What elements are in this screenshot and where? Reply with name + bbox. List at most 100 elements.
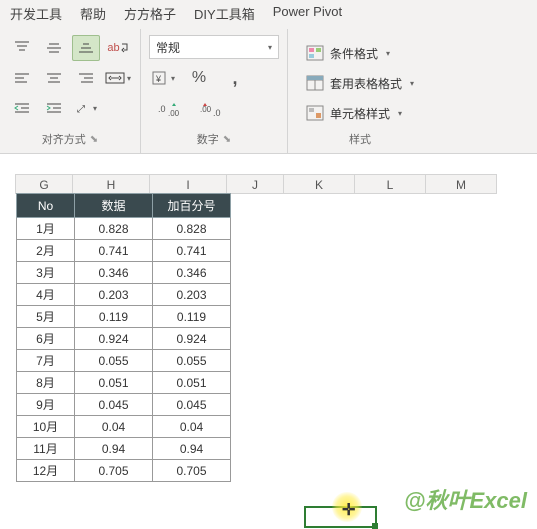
align-right-icon[interactable] [72, 65, 100, 91]
table-row[interactable]: 8月0.0510.051 [17, 372, 231, 394]
cell[interactable]: 0.119 [75, 306, 153, 328]
align-middle-icon[interactable] [40, 35, 68, 61]
indent-decrease-icon[interactable] [8, 95, 36, 121]
number-format-select[interactable]: 常规▾ [149, 35, 279, 59]
table-format-button[interactable]: 套用表格格式▾ [306, 71, 414, 95]
cell[interactable]: 0.119 [153, 306, 231, 328]
cell[interactable]: 0.94 [75, 438, 153, 460]
tab-dev[interactable]: 开发工具 [10, 4, 62, 23]
table-row[interactable]: 7月0.0550.055 [17, 350, 231, 372]
accounting-format-button[interactable]: ¥▾ [149, 65, 177, 91]
svg-text:.0: .0 [213, 108, 221, 117]
cell[interactable]: 1月 [17, 218, 75, 240]
cell-style-button[interactable]: 单元格样式▾ [306, 101, 414, 125]
th-data[interactable]: 数据 [75, 194, 153, 218]
cell[interactable]: 9月 [17, 394, 75, 416]
svg-text:.00: .00 [200, 105, 212, 114]
cell[interactable]: 0.94 [153, 438, 231, 460]
align-top-icon[interactable] [8, 35, 36, 61]
cell[interactable]: 0.203 [153, 284, 231, 306]
cell[interactable]: 0.055 [75, 350, 153, 372]
cell[interactable]: 0.346 [75, 262, 153, 284]
cell[interactable]: 0.203 [75, 284, 153, 306]
align-bottom-icon[interactable] [72, 35, 100, 61]
cell[interactable]: 0.04 [153, 416, 231, 438]
table-row[interactable]: 9月0.0450.045 [17, 394, 231, 416]
col-header-K[interactable]: K [283, 174, 355, 194]
selected-cell[interactable] [304, 506, 377, 528]
orientation-icon[interactable]: ⤢▾ [72, 95, 100, 121]
group-styles-label: 样式 [296, 127, 424, 151]
col-header-H[interactable]: H [72, 174, 150, 194]
table-row[interactable]: 10月0.040.04 [17, 416, 231, 438]
cell[interactable]: 0.924 [75, 328, 153, 350]
decrease-decimal-icon[interactable]: .00.0 [197, 97, 225, 123]
indent-increase-icon[interactable] [40, 95, 68, 121]
percent-format-button[interactable]: % [185, 65, 213, 91]
cell[interactable]: 0.828 [153, 218, 231, 240]
table-row[interactable]: 5月0.1190.119 [17, 306, 231, 328]
cell[interactable]: 0.051 [153, 372, 231, 394]
tab-help[interactable]: 帮助 [80, 4, 106, 23]
cell[interactable]: 0.705 [153, 460, 231, 482]
cell[interactable]: 5月 [17, 306, 75, 328]
cell[interactable]: 0.741 [153, 240, 231, 262]
wrap-text-button[interactable]: ab [104, 35, 132, 61]
cell[interactable]: 3月 [17, 262, 75, 284]
th-pct[interactable]: 加百分号 [153, 194, 231, 218]
cell[interactable]: 7月 [17, 350, 75, 372]
table-row[interactable]: 6月0.9240.924 [17, 328, 231, 350]
table-row[interactable]: 11月0.940.94 [17, 438, 231, 460]
cell[interactable]: 12月 [17, 460, 75, 482]
dialog-launcher-icon[interactable]: ⬊ [90, 134, 98, 145]
cell[interactable]: 0.051 [75, 372, 153, 394]
ribbon-body: ab ▾ ⤢▾ 对齐方式⬊ 常规▾ ¥▾ [0, 29, 537, 153]
merge-cells-button[interactable]: ▾ [104, 65, 132, 91]
table-row[interactable]: 2月0.7410.741 [17, 240, 231, 262]
cell[interactable]: 0.045 [153, 394, 231, 416]
cell[interactable]: 10月 [17, 416, 75, 438]
conditional-format-button[interactable]: 条件格式▾ [306, 41, 414, 65]
cell[interactable]: 6月 [17, 328, 75, 350]
cell[interactable]: 4月 [17, 284, 75, 306]
group-styles: 条件格式▾ 套用表格格式▾ 单元格样式▾ 样式 [288, 29, 432, 153]
tab-ff[interactable]: 方方格子 [124, 4, 176, 23]
increase-decimal-icon[interactable]: .0.00 [155, 97, 183, 123]
cell[interactable]: 11月 [17, 438, 75, 460]
th-no[interactable]: No [17, 194, 75, 218]
ribbon-tabs: 开发工具 帮助 方方格子 DIY工具箱 Power Pivot [0, 0, 537, 29]
comma-format-button[interactable]: , [221, 65, 249, 91]
group-alignment: ab ▾ ⤢▾ 对齐方式⬊ [0, 29, 141, 153]
cell[interactable]: 2月 [17, 240, 75, 262]
col-header-J[interactable]: J [226, 174, 284, 194]
cell[interactable]: 0.045 [75, 394, 153, 416]
tab-powerpivot[interactable]: Power Pivot [273, 4, 342, 23]
cell[interactable]: 0.055 [153, 350, 231, 372]
group-number-label: 数字⬊ [149, 127, 279, 151]
table-format-icon [306, 75, 324, 91]
tab-diy[interactable]: DIY工具箱 [194, 4, 255, 23]
align-center-icon[interactable] [40, 65, 68, 91]
cell[interactable]: 8月 [17, 372, 75, 394]
column-headers: G H I J K L M [16, 174, 497, 194]
fill-handle[interactable] [372, 523, 378, 529]
dialog-launcher-icon[interactable]: ⬊ [223, 134, 231, 145]
data-table[interactable]: No 数据 加百分号 1月0.8280.8282月0.7410.7413月0.3… [16, 193, 231, 482]
col-header-L[interactable]: L [354, 174, 426, 194]
cell[interactable]: 0.04 [75, 416, 153, 438]
ribbon: 开发工具 帮助 方方格子 DIY工具箱 Power Pivot ab ▾ ⤢▾ … [0, 0, 537, 154]
cell[interactable]: 0.828 [75, 218, 153, 240]
col-header-I[interactable]: I [149, 174, 227, 194]
cell[interactable]: 0.924 [153, 328, 231, 350]
cell[interactable]: 0.741 [75, 240, 153, 262]
svg-text:⤢: ⤢ [77, 104, 85, 115]
table-row[interactable]: 4月0.2030.203 [17, 284, 231, 306]
table-row[interactable]: 12月0.7050.705 [17, 460, 231, 482]
cell[interactable]: 0.346 [153, 262, 231, 284]
col-header-M[interactable]: M [425, 174, 497, 194]
table-row[interactable]: 3月0.3460.346 [17, 262, 231, 284]
cell[interactable]: 0.705 [75, 460, 153, 482]
table-row[interactable]: 1月0.8280.828 [17, 218, 231, 240]
col-header-G[interactable]: G [15, 174, 73, 194]
align-left-icon[interactable] [8, 65, 36, 91]
